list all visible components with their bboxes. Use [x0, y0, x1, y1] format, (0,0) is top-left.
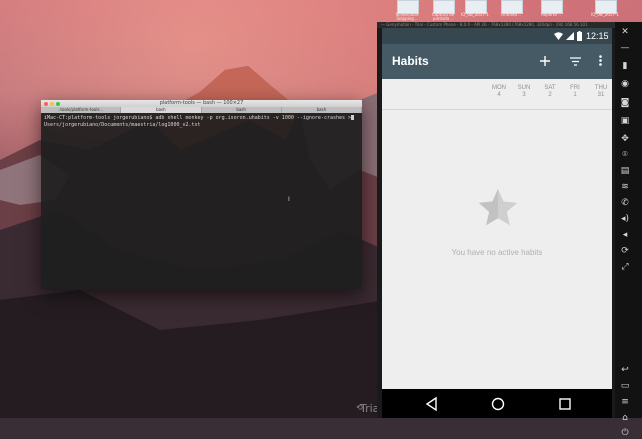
filter-icon	[569, 57, 581, 66]
desktop-file-label: Captura de pantalla ..	[431, 12, 455, 21]
desktop-file-label: Reporte ..	[541, 12, 561, 17]
terminal-window[interactable]: platform-tools — bash — 100×27 ..tools/p…	[41, 100, 362, 289]
wifi-icon	[554, 32, 563, 40]
desktop-file-label: Untitled ..	[501, 12, 521, 17]
menu-icon[interactable]: ≡	[619, 396, 631, 408]
recents-icon[interactable]: ▭	[619, 380, 631, 392]
remote-control-icon[interactable]: ▣	[619, 115, 631, 127]
ibeam-cursor-icon: I	[288, 196, 290, 203]
app-toolbar: Habits	[382, 44, 612, 79]
dpad-icon[interactable]: ✥	[619, 133, 631, 145]
plus-icon	[540, 56, 550, 66]
add-habit-button[interactable]	[536, 52, 554, 70]
desktop-file-label: IO_0B_2017-1	[591, 12, 619, 17]
gps-icon[interactable]: ◉	[619, 78, 631, 90]
desktop-file-label: IO_0B_2017-1	[461, 12, 489, 17]
terminal-title: platform-tools — bash — 100×27	[159, 100, 244, 106]
empty-star-icon	[478, 188, 518, 226]
overflow-menu-button[interactable]	[591, 52, 609, 70]
terminal-tab[interactable]: ..tools/platform-tools ..	[41, 107, 122, 113]
habits-list[interactable]: MON 4 SUN 3 SAT 2 FRI 1 THU 31 You have no ac…	[382, 79, 612, 389]
identifiers-icon[interactable]: ⌾	[619, 149, 631, 161]
volume-up-icon[interactable]: ◂)	[619, 213, 631, 225]
day-column: SAT 2	[537, 85, 563, 99]
terminal-title-bar[interactable]: platform-tools — bash — 100×27	[41, 100, 362, 107]
day-column: SUN 3	[511, 85, 537, 99]
day-number: 2	[548, 92, 552, 98]
terminal-command-line: iMac-CT:platform-tools jorgerubiano$ adb…	[44, 115, 352, 121]
text-cursor	[351, 115, 355, 120]
day-header-row: MON 4 SUN 3 SAT 2 FRI 1 THU 31	[382, 79, 612, 110]
day-number: 3	[522, 92, 526, 98]
battery-icon[interactable]: ▮	[619, 60, 631, 72]
home-button[interactable]	[488, 394, 508, 414]
android-nav-bar	[382, 389, 612, 418]
scale-icon[interactable]: ⤢	[619, 261, 631, 273]
day-name: SUN	[517, 85, 531, 91]
network-icon[interactable]: ≋	[619, 181, 631, 193]
rotate-icon[interactable]: ⟳	[619, 245, 631, 257]
status-time: 12:15	[586, 31, 609, 41]
signal-icon	[566, 32, 574, 40]
terminal-output[interactable]: iMac-CT:platform-tools jorgerubiano$ adb…	[41, 113, 362, 130]
day-name: SAT	[544, 85, 556, 91]
day-name: FRI	[570, 85, 580, 91]
battery-icon	[577, 31, 582, 41]
day-number: 31	[597, 92, 605, 98]
day-name: THU	[594, 85, 608, 91]
volume-down-icon[interactable]: ◂	[619, 229, 631, 241]
terminal-tabs: ..tools/platform-tools .. bash bash bash	[41, 107, 362, 113]
desktop-file-label: ScreenShot Snipping ..	[395, 12, 419, 21]
terminal-tab[interactable]: bash	[121, 107, 202, 113]
day-number: 4	[497, 92, 501, 98]
camera-icon[interactable]: ◙	[619, 97, 631, 109]
day-column: MON 4	[486, 85, 512, 99]
terminal-tab[interactable]: bash	[202, 107, 282, 113]
disk-icon[interactable]: ▤	[619, 165, 631, 177]
page-title: Habits	[392, 54, 429, 68]
terminal-tab[interactable]: bash	[282, 107, 362, 113]
day-column: THU 31	[588, 85, 614, 99]
filter-button[interactable]	[566, 52, 584, 70]
phone-icon[interactable]: ✆	[619, 197, 631, 209]
more-vert-icon	[598, 55, 602, 66]
empty-state-message: You have no active habits	[451, 248, 543, 257]
close-icon[interactable]: ✕	[619, 26, 631, 38]
minimize-icon[interactable]: —	[619, 42, 631, 54]
back-icon[interactable]: ↩	[619, 364, 631, 376]
day-number: 1	[573, 92, 577, 98]
recents-button[interactable]	[555, 394, 575, 414]
day-column: FRI 1	[562, 85, 588, 99]
android-status-bar: 12:15	[382, 28, 612, 44]
terminal-command-continuation: Users/jorgerubiano/Documents/maestria/lo…	[44, 121, 201, 128]
desktop-icons: ScreenShot Snipping .. Captura de pantal…	[395, 0, 642, 24]
emulator-side-toolbar: ✕ — ▮ ◉ ◙ ▣ ✥ ⌾ ▤ ≋ ✆ ◂) ◂ ⟳ ⤢ ↩ ▭ ≡ ⌂ ⏻	[615, 22, 642, 438]
day-name: MON	[492, 85, 506, 91]
power-icon[interactable]: ⏻	[619, 427, 631, 439]
back-button[interactable]	[422, 394, 442, 414]
home-icon[interactable]: ⌂	[619, 412, 631, 424]
